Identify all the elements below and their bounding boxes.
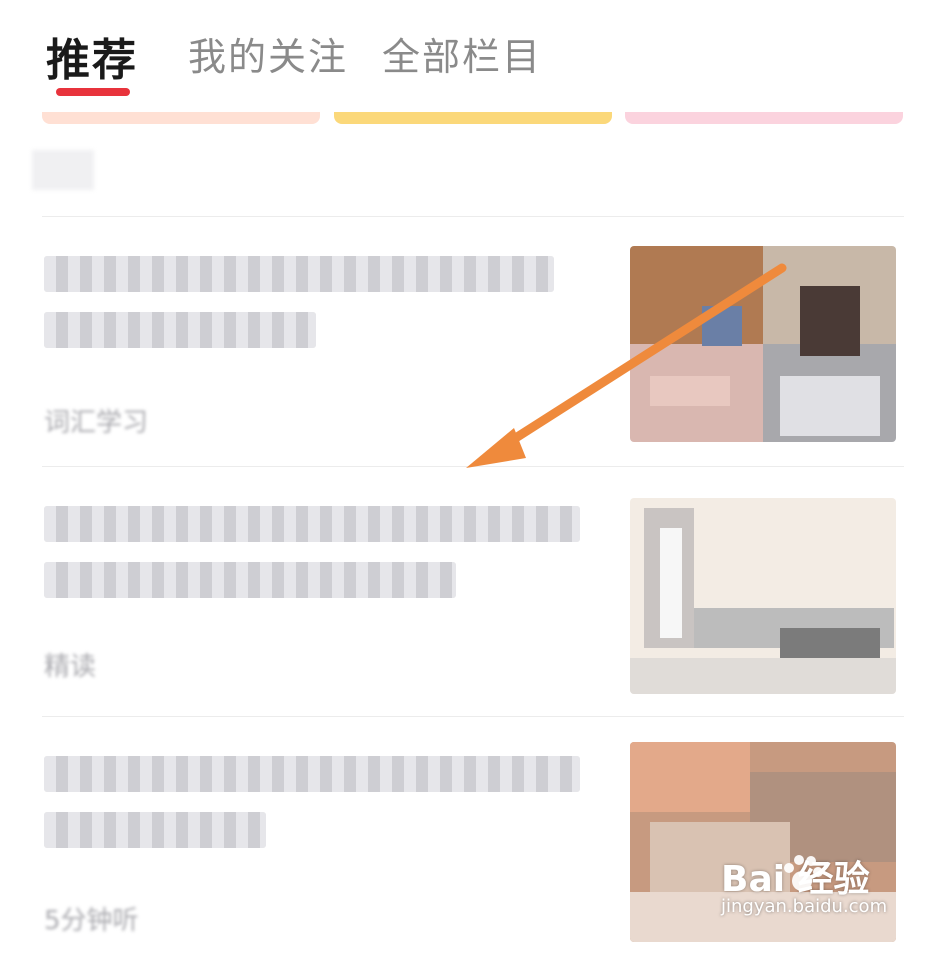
paw-icon: [784, 855, 823, 891]
watermark-url: jingyan.baidu.com: [721, 896, 888, 917]
baidu-watermark: Bai 经验 jingyan.baidu.com: [721, 850, 896, 930]
annotation-arrow: [466, 263, 787, 468]
